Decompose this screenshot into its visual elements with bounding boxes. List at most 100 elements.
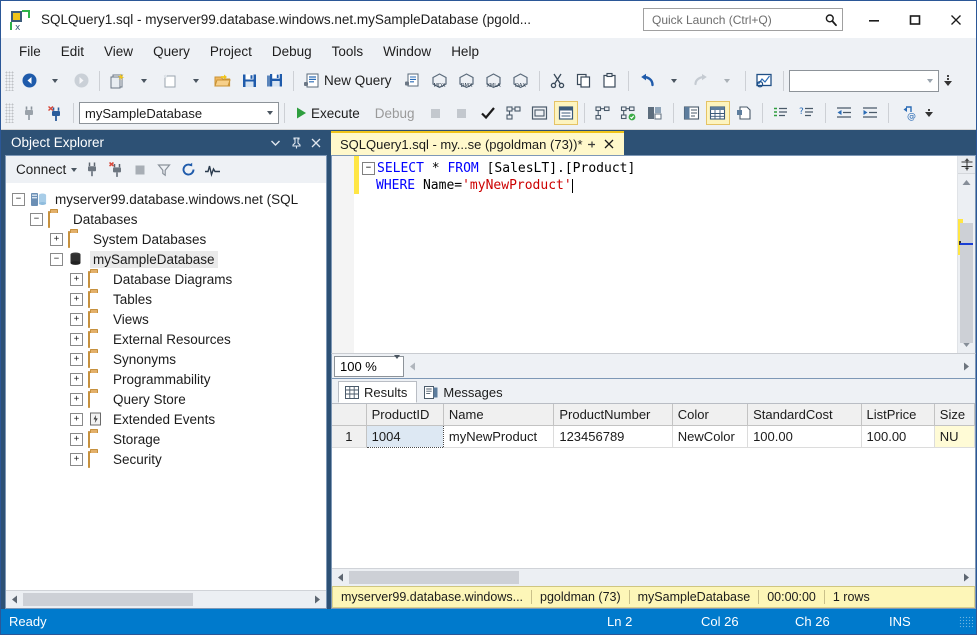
row-number[interactable]: 1: [332, 426, 366, 448]
expander-expand-icon[interactable]: +: [70, 313, 83, 326]
tree-node-programmability[interactable]: + Programmability: [12, 369, 326, 389]
connect-button[interactable]: [17, 101, 41, 125]
undo-dropdown[interactable]: [662, 69, 686, 93]
results-grid-container[interactable]: ProductID Name ProductNumber Color Stand…: [332, 403, 975, 586]
cell-listprice[interactable]: 100.00: [861, 426, 934, 448]
paste-button[interactable]: [598, 69, 622, 93]
disconnect-plug-icon[interactable]: [105, 159, 127, 181]
find-combo[interactable]: [789, 70, 939, 92]
menu-item-window[interactable]: Window: [373, 41, 441, 62]
save-all-button[interactable]: [263, 69, 287, 93]
tree-node-mysampledatabase[interactable]: − mySampleDatabase: [12, 249, 326, 269]
vertical-scrollbar-track[interactable]: [958, 191, 975, 336]
scrollbar-track[interactable]: [23, 591, 309, 608]
uncomment-lines-button[interactable]: ?: [795, 101, 819, 125]
close-icon[interactable]: [311, 138, 331, 148]
results-to-text-button[interactable]: [680, 101, 704, 125]
scrollbar-track[interactable]: [349, 569, 958, 586]
toolbar-grip[interactable]: [5, 103, 14, 123]
display-estimated-plan-button[interactable]: [502, 101, 526, 125]
menu-item-project[interactable]: Project: [200, 41, 262, 62]
results-grid[interactable]: ProductID Name ProductNumber Color Stand…: [332, 404, 975, 448]
tree-node-extended-events[interactable]: + Extended Events: [12, 409, 326, 429]
tree-node-databases[interactable]: − Databases: [12, 209, 326, 229]
new-project-dropdown[interactable]: [132, 69, 156, 93]
expander-expand-icon[interactable]: +: [70, 353, 83, 366]
menu-item-query[interactable]: Query: [143, 41, 200, 62]
tree-node-synonyms[interactable]: + Synonyms: [12, 349, 326, 369]
redo-dropdown[interactable]: [715, 69, 739, 93]
column-header-size[interactable]: Size: [934, 404, 974, 426]
increase-indent-button[interactable]: [858, 101, 882, 125]
vertical-scrollbar-thumb[interactable]: [960, 223, 973, 343]
tree-node-security[interactable]: + Security: [12, 449, 326, 469]
navigate-backward-button[interactable]: [17, 69, 41, 93]
results-to-file-button[interactable]: [732, 101, 756, 125]
database-combo[interactable]: mySampleDatabase: [79, 102, 279, 124]
resize-grip[interactable]: [959, 616, 973, 628]
expander-expand-icon[interactable]: +: [70, 433, 83, 446]
row-header-corner[interactable]: [332, 404, 366, 426]
new-dmx-query-button[interactable]: DMX: [454, 69, 479, 93]
specify-values-button[interactable]: @: [895, 101, 919, 125]
cell-color[interactable]: NewColor: [672, 426, 747, 448]
table-row[interactable]: 1 1004 myNewProduct 123456789 NewColor 1…: [332, 426, 975, 448]
connect-label[interactable]: Connect: [12, 162, 68, 177]
database-combo-arrow[interactable]: [262, 111, 278, 115]
column-header-standardcost[interactable]: StandardCost: [748, 404, 861, 426]
results-to-grid-toggle[interactable]: [554, 101, 578, 125]
save-button[interactable]: [237, 69, 261, 93]
results-to-grid-button[interactable]: [706, 101, 730, 125]
minimize-button[interactable]: [853, 1, 894, 38]
expander-expand-icon[interactable]: +: [70, 373, 83, 386]
new-query-button[interactable]: New Query: [300, 69, 399, 93]
find-combo-arrow[interactable]: [922, 79, 938, 83]
expander-collapse-icon[interactable]: −: [12, 193, 25, 206]
cell-productnumber[interactable]: 123456789: [554, 426, 672, 448]
copy-button[interactable]: [572, 69, 596, 93]
new-analysis-query-button[interactable]: [401, 69, 425, 93]
scroll-right-arrow-icon[interactable]: [958, 569, 975, 586]
execute-button[interactable]: Execute: [291, 101, 367, 125]
stop-button[interactable]: [424, 101, 448, 125]
new-dax-query-button[interactable]: DAX: [508, 69, 533, 93]
cell-productid[interactable]: 1004: [366, 426, 443, 448]
menu-item-edit[interactable]: Edit: [51, 41, 94, 62]
scrollbar-track[interactable]: [421, 358, 958, 375]
cell-name[interactable]: myNewProduct: [443, 426, 553, 448]
expander-expand-icon[interactable]: +: [70, 393, 83, 406]
new-file-dropdown[interactable]: [184, 69, 208, 93]
toolbar-overflow-button-2[interactable]: [922, 109, 936, 117]
menu-item-debug[interactable]: Debug: [262, 41, 322, 62]
change-connection-button[interactable]: [43, 101, 67, 125]
scrollbar-thumb[interactable]: [23, 593, 193, 606]
tab-results[interactable]: Results: [338, 381, 417, 403]
pin-icon[interactable]: [291, 137, 311, 149]
menu-item-tools[interactable]: Tools: [322, 41, 374, 62]
expander-expand-icon[interactable]: +: [70, 333, 83, 346]
tree-node-server[interactable]: − myserver99.database.windows.: [12, 189, 326, 209]
cell-standardcost[interactable]: 100.00: [748, 426, 861, 448]
tree-node-database-diagrams[interactable]: + Database Diagrams: [12, 269, 326, 289]
quick-launch-box[interactable]: [643, 8, 843, 31]
results-horizontal-scrollbar[interactable]: [332, 568, 975, 586]
tree-node-query-store[interactable]: + Query Store: [12, 389, 326, 409]
stop-execution-button[interactable]: [450, 101, 474, 125]
outline-collapse-icon[interactable]: −: [362, 162, 375, 175]
expander-expand-icon[interactable]: +: [70, 293, 83, 306]
object-explorer-horizontal-scrollbar[interactable]: [6, 590, 326, 608]
toolbar-grip[interactable]: [5, 71, 14, 91]
cut-button[interactable]: [546, 69, 570, 93]
column-header-productnumber[interactable]: ProductNumber: [554, 404, 672, 426]
navigate-forward-button[interactable]: [69, 69, 93, 93]
include-live-query-statistics-button[interactable]: [617, 101, 641, 125]
pin-icon[interactable]: [583, 139, 600, 150]
tree-node-storage[interactable]: + Storage: [12, 429, 326, 449]
expander-expand-icon[interactable]: +: [70, 453, 83, 466]
new-file-button[interactable]: [158, 69, 182, 93]
editor-code-area[interactable]: −SELECT * FROM [SalesLT].[Product] WHERE…: [359, 156, 957, 353]
document-tab-sqlquery1[interactable]: SQLQuery1.sql - my...se (pgoldman (73))*: [331, 131, 624, 155]
menu-item-help[interactable]: Help: [441, 41, 489, 62]
new-xmla-query-button[interactable]: XMLA: [481, 69, 506, 93]
scrollbar-thumb[interactable]: [349, 571, 519, 584]
